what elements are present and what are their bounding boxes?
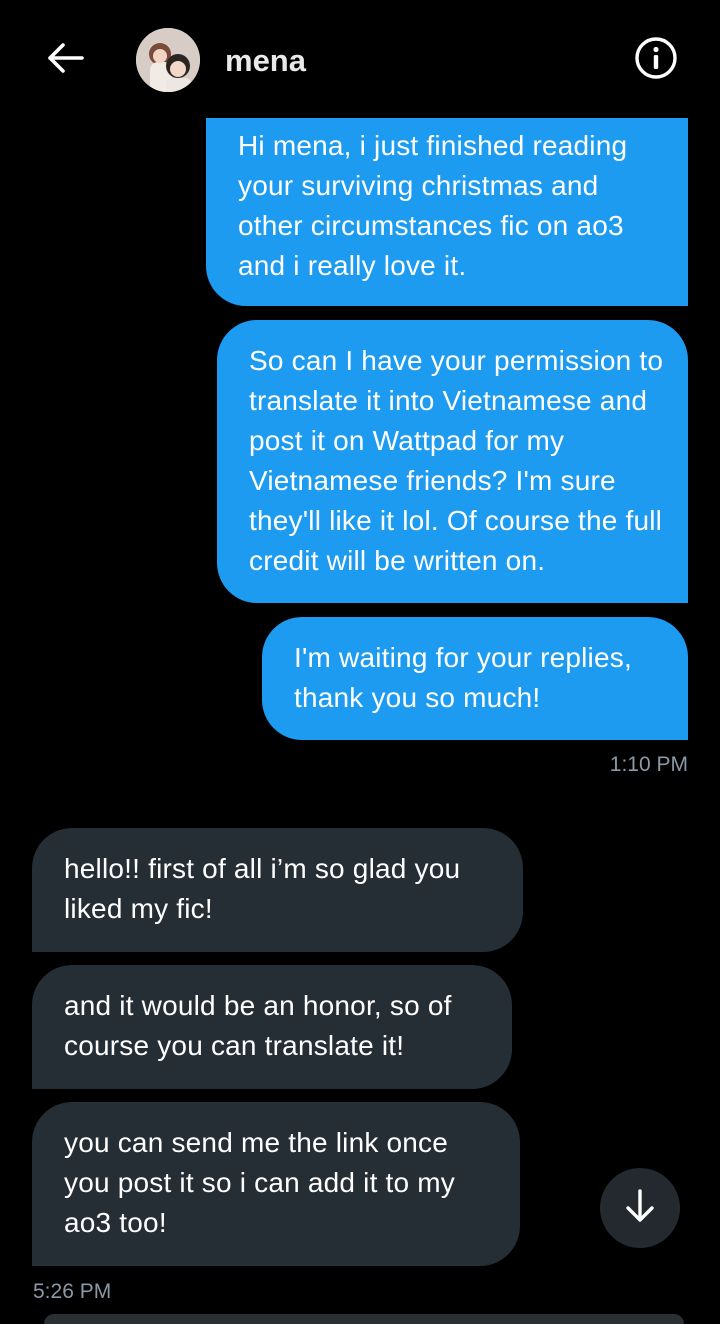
message-text: you can send me the link once you post i… [64,1127,456,1238]
message-bubble-received[interactable]: hello!! first of all i’m so glad you lik… [32,828,523,952]
next-message-edge [44,1314,684,1324]
message-text: Hi mena, i just finished reading your su… [238,130,628,281]
message-text: hello!! first of all i’m so glad you lik… [64,853,461,924]
message-text: I'm waiting for your replies, thank you … [294,642,632,713]
arrow-left-icon [46,42,84,79]
info-circle-icon [634,36,678,85]
message-bubble-sent[interactable]: So can I have your permission to transla… [217,320,688,603]
message-timestamp: 5:26 PM [33,1280,112,1303]
conversation-info-button[interactable] [632,36,680,84]
back-button[interactable] [40,38,90,82]
message-bubble-received[interactable]: you can send me the link once you post i… [32,1102,520,1266]
message-bubble-sent[interactable]: Hi mena, i just finished reading your su… [206,112,688,306]
avatar[interactable] [136,28,200,92]
scroll-to-bottom-button[interactable] [600,1168,680,1248]
message-text: and it would be an honor, so of course y… [64,990,452,1061]
contact-name[interactable]: mena [225,42,306,80]
arrow-down-icon [623,1188,657,1229]
conversation-header: mena [0,0,720,118]
message-text: So can I have your permission to transla… [249,345,664,576]
message-timestamp: 1:10 PM [609,753,688,776]
message-bubble-sent[interactable]: I'm waiting for your replies, thank you … [262,617,688,740]
message-bubble-received[interactable]: and it would be an honor, so of course y… [32,965,512,1089]
